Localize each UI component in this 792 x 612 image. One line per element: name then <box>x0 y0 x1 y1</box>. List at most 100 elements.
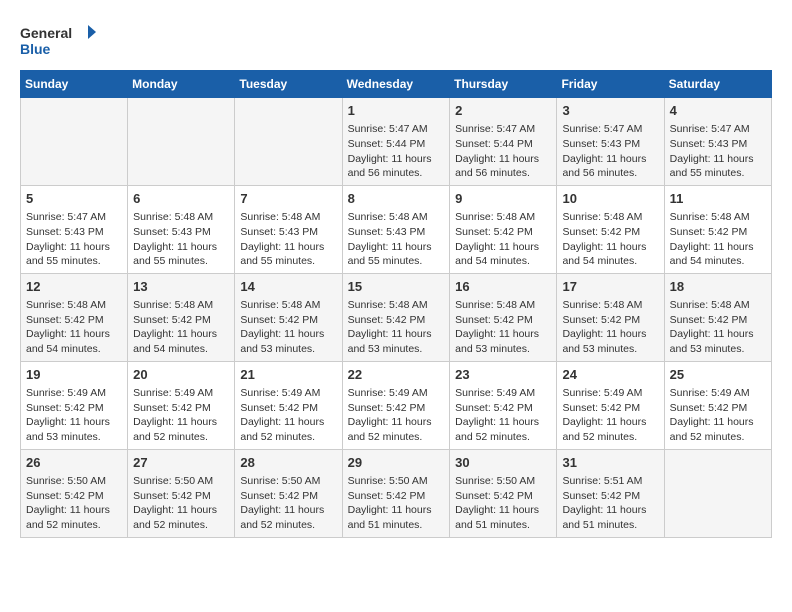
calendar-cell: 2 Sunrise: 5:47 AMSunset: 5:44 PMDaylight… <box>450 98 557 186</box>
calendar-cell: 30Sunrise: 5:50 AMSunset: 5:42 PMDayligh… <box>450 449 557 537</box>
week-row-1: 1 Sunrise: 5:47 AMSunset: 5:44 PMDaylight… <box>21 98 772 186</box>
day-number: 3 <box>562 102 658 120</box>
day-info: Sunrise: 5:47 AMSunset: 5:43 PMDaylight:… <box>26 210 122 269</box>
day-info: Sunrise: 5:50 AMSunset: 5:42 PMDaylight:… <box>26 474 122 533</box>
day-number: 6 <box>133 190 229 208</box>
day-number: 24 <box>562 366 658 384</box>
day-info: Sunrise: 5:49 AMSunset: 5:42 PMDaylight:… <box>562 386 658 445</box>
day-info: Sunrise: 5:47 AMSunset: 5:43 PMDaylight:… <box>670 122 766 181</box>
week-row-4: 19 Sunrise: 5:49 AMSunset: 5:42 PMDayligh… <box>21 361 772 449</box>
calendar-cell: 19 Sunrise: 5:49 AMSunset: 5:42 PMDayligh… <box>21 361 128 449</box>
day-info: Sunrise: 5:49 AMSunset: 5:42 PMDaylight:… <box>455 386 551 445</box>
calendar-cell: 11 Sunrise: 5:48 AMSunset: 5:42 PMDayligh… <box>664 185 771 273</box>
day-info: Sunrise: 5:50 AMSunset: 5:42 PMDaylight:… <box>348 474 445 533</box>
day-info: Sunrise: 5:48 AMSunset: 5:42 PMDaylight:… <box>133 298 229 357</box>
day-number: 26 <box>26 454 122 472</box>
day-info: Sunrise: 5:49 AMSunset: 5:42 PMDaylight:… <box>348 386 445 445</box>
weekday-header-tuesday: Tuesday <box>235 71 342 98</box>
day-info: Sunrise: 5:48 AMSunset: 5:42 PMDaylight:… <box>562 298 658 357</box>
calendar-cell: 25 Sunrise: 5:49 AMSunset: 5:42 PMDayligh… <box>664 361 771 449</box>
day-number: 22 <box>348 366 445 384</box>
day-number: 9 <box>455 190 551 208</box>
day-info: Sunrise: 5:50 AMSunset: 5:42 PMDaylight:… <box>133 474 229 533</box>
week-row-2: 5 Sunrise: 5:47 AMSunset: 5:43 PMDaylight… <box>21 185 772 273</box>
calendar-cell <box>21 98 128 186</box>
day-number: 1 <box>348 102 445 120</box>
day-info: Sunrise: 5:48 AMSunset: 5:42 PMDaylight:… <box>455 298 551 357</box>
day-info: Sunrise: 5:48 AMSunset: 5:42 PMDaylight:… <box>455 210 551 269</box>
day-info: Sunrise: 5:51 AMSunset: 5:42 PMDaylight:… <box>562 474 658 533</box>
day-number: 7 <box>240 190 336 208</box>
calendar-cell: 22 Sunrise: 5:49 AMSunset: 5:42 PMDayligh… <box>342 361 450 449</box>
calendar-cell: 31 Sunrise: 5:51 AMSunset: 5:42 PMDayligh… <box>557 449 664 537</box>
calendar-cell: 14 Sunrise: 5:48 AMSunset: 5:42 PMDayligh… <box>235 273 342 361</box>
day-number: 14 <box>240 278 336 296</box>
week-row-5: 26 Sunrise: 5:50 AMSunset: 5:42 PMDayligh… <box>21 449 772 537</box>
day-info: Sunrise: 5:49 AMSunset: 5:42 PMDaylight:… <box>26 386 122 445</box>
weekday-header-friday: Friday <box>557 71 664 98</box>
day-info: Sunrise: 5:47 AMSunset: 5:44 PMDaylight:… <box>455 122 551 181</box>
day-number: 17 <box>562 278 658 296</box>
day-info: Sunrise: 5:50 AMSunset: 5:42 PMDaylight:… <box>240 474 336 533</box>
calendar-cell: 29Sunrise: 5:50 AMSunset: 5:42 PMDayligh… <box>342 449 450 537</box>
day-number: 15 <box>348 278 445 296</box>
day-number: 31 <box>562 454 658 472</box>
day-number: 27 <box>133 454 229 472</box>
calendar-cell: 24 Sunrise: 5:49 AMSunset: 5:42 PMDayligh… <box>557 361 664 449</box>
day-info: Sunrise: 5:47 AMSunset: 5:44 PMDaylight:… <box>348 122 445 181</box>
day-number: 23 <box>455 366 551 384</box>
day-info: Sunrise: 5:48 AMSunset: 5:43 PMDaylight:… <box>133 210 229 269</box>
day-number: 20 <box>133 366 229 384</box>
day-info: Sunrise: 5:48 AMSunset: 5:42 PMDaylight:… <box>348 298 445 357</box>
calendar-cell: 5 Sunrise: 5:47 AMSunset: 5:43 PMDaylight… <box>21 185 128 273</box>
day-info: Sunrise: 5:48 AMSunset: 5:42 PMDaylight:… <box>670 210 766 269</box>
day-number: 21 <box>240 366 336 384</box>
day-number: 25 <box>670 366 766 384</box>
week-row-3: 12 Sunrise: 5:48 AMSunset: 5:42 PMDayligh… <box>21 273 772 361</box>
day-number: 18 <box>670 278 766 296</box>
calendar-cell: 26 Sunrise: 5:50 AMSunset: 5:42 PMDayligh… <box>21 449 128 537</box>
day-number: 11 <box>670 190 766 208</box>
day-info: Sunrise: 5:50 AMSunset: 5:42 PMDaylight:… <box>455 474 551 533</box>
calendar-cell: 9 Sunrise: 5:48 AMSunset: 5:42 PMDaylight… <box>450 185 557 273</box>
calendar-cell: 23 Sunrise: 5:49 AMSunset: 5:42 PMDayligh… <box>450 361 557 449</box>
calendar-cell: 7 Sunrise: 5:48 AMSunset: 5:43 PMDaylight… <box>235 185 342 273</box>
day-info: Sunrise: 5:48 AMSunset: 5:42 PMDaylight:… <box>240 298 336 357</box>
day-info: Sunrise: 5:48 AMSunset: 5:42 PMDaylight:… <box>26 298 122 357</box>
calendar-cell <box>664 449 771 537</box>
day-number: 16 <box>455 278 551 296</box>
calendar-cell: 13Sunrise: 5:48 AMSunset: 5:42 PMDayligh… <box>128 273 235 361</box>
day-number: 4 <box>670 102 766 120</box>
calendar-cell: 28Sunrise: 5:50 AMSunset: 5:42 PMDayligh… <box>235 449 342 537</box>
calendar-cell <box>235 98 342 186</box>
calendar-cell: 12 Sunrise: 5:48 AMSunset: 5:42 PMDayligh… <box>21 273 128 361</box>
day-info: Sunrise: 5:49 AMSunset: 5:42 PMDaylight:… <box>133 386 229 445</box>
calendar-cell: 16 Sunrise: 5:48 AMSunset: 5:42 PMDayligh… <box>450 273 557 361</box>
calendar-table: SundayMondayTuesdayWednesdayThursdayFrid… <box>20 70 772 538</box>
day-number: 10 <box>562 190 658 208</box>
calendar-cell: 8 Sunrise: 5:48 AMSunset: 5:43 PMDaylight… <box>342 185 450 273</box>
calendar-cell: 20 Sunrise: 5:49 AMSunset: 5:42 PMDayligh… <box>128 361 235 449</box>
svg-text:Blue: Blue <box>20 41 51 57</box>
day-number: 2 <box>455 102 551 120</box>
day-number: 5 <box>26 190 122 208</box>
day-info: Sunrise: 5:48 AMSunset: 5:43 PMDaylight:… <box>240 210 336 269</box>
day-info: Sunrise: 5:48 AMSunset: 5:43 PMDaylight:… <box>348 210 445 269</box>
day-number: 8 <box>348 190 445 208</box>
day-info: Sunrise: 5:49 AMSunset: 5:42 PMDaylight:… <box>670 386 766 445</box>
page-header: General Blue <box>20 20 772 60</box>
calendar-cell <box>128 98 235 186</box>
weekday-header-row: SundayMondayTuesdayWednesdayThursdayFrid… <box>21 71 772 98</box>
weekday-header-sunday: Sunday <box>21 71 128 98</box>
calendar-cell: 6 Sunrise: 5:48 AMSunset: 5:43 PMDaylight… <box>128 185 235 273</box>
weekday-header-thursday: Thursday <box>450 71 557 98</box>
calendar-cell: 27 Sunrise: 5:50 AMSunset: 5:42 PMDayligh… <box>128 449 235 537</box>
day-number: 19 <box>26 366 122 384</box>
svg-text:General: General <box>20 25 72 41</box>
calendar-cell: 18Sunrise: 5:48 AMSunset: 5:42 PMDayligh… <box>664 273 771 361</box>
weekday-header-monday: Monday <box>128 71 235 98</box>
calendar-cell: 1 Sunrise: 5:47 AMSunset: 5:44 PMDaylight… <box>342 98 450 186</box>
calendar-cell: 17 Sunrise: 5:48 AMSunset: 5:42 PMDayligh… <box>557 273 664 361</box>
day-number: 12 <box>26 278 122 296</box>
day-info: Sunrise: 5:49 AMSunset: 5:42 PMDaylight:… <box>240 386 336 445</box>
